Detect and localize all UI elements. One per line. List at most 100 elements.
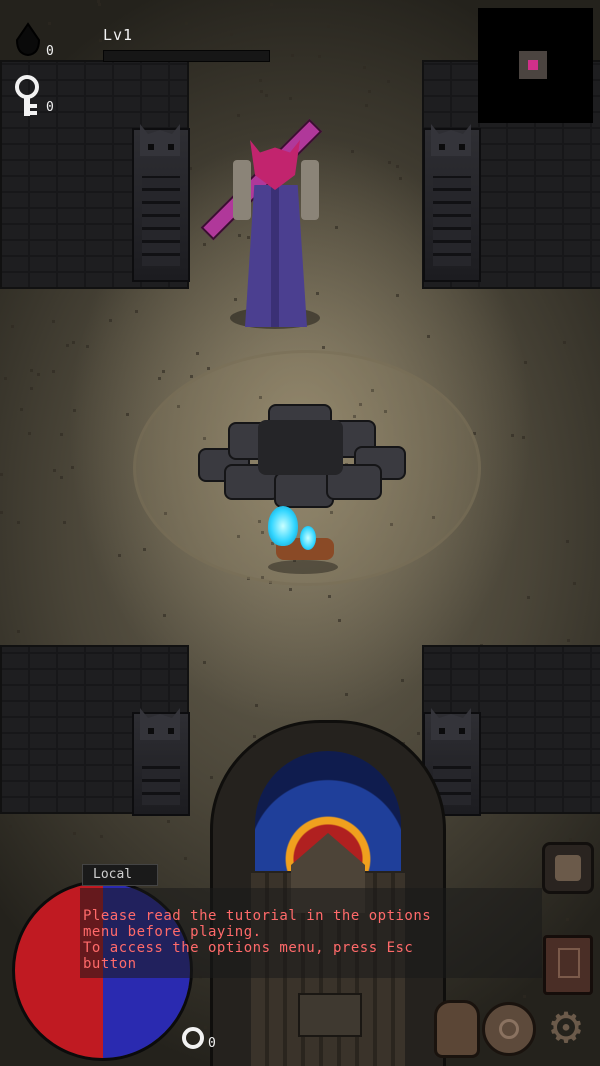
floor-speck	[387, 80, 390, 83]
floor-speck	[318, 55, 321, 58]
floor-speck	[73, 409, 76, 412]
floor-speck	[0, 511, 3, 514]
floor-speck	[11, 325, 14, 328]
floor-speck	[53, 469, 56, 472]
floor-speck	[569, 838, 572, 841]
floor-speck	[522, 436, 525, 439]
floor-speck	[9, 825, 12, 828]
chat-line: menu before playing.	[83, 924, 262, 940]
floor-speck	[289, 97, 292, 100]
floor-speck	[255, 704, 258, 707]
boss-enemy[interactable]	[200, 118, 340, 335]
map-scroll-button[interactable]	[542, 842, 594, 894]
floor-speck	[291, 54, 294, 57]
floor-speck	[28, 432, 31, 435]
key-icon	[10, 74, 44, 124]
soul-flame	[268, 506, 298, 546]
floor-speck	[230, 33, 233, 36]
floor-speck	[203, 661, 206, 664]
chat-line: button	[83, 956, 137, 972]
floor-speck	[566, 540, 569, 543]
floor-speck	[52, 320, 55, 323]
floor-speck	[195, 28, 198, 31]
floor-speck	[573, 582, 576, 585]
floor-speck	[401, 679, 404, 682]
floor-speck	[253, 735, 256, 738]
floor-speck	[546, 903, 549, 906]
floor-speck	[60, 476, 63, 479]
floor-speck	[289, 588, 292, 591]
floor-speck	[71, 466, 74, 469]
floor-speck	[260, 90, 263, 93]
floor-speck	[98, 3, 101, 6]
floor-speck	[163, 614, 166, 617]
floor-speck	[184, 857, 187, 860]
gate-chest	[298, 993, 362, 1037]
floor-speck	[126, 413, 129, 416]
spellbook-button[interactable]	[543, 935, 593, 995]
floor-speck	[30, 387, 33, 390]
floor-speck	[52, 370, 55, 373]
floor-speck	[17, 521, 20, 524]
floor-speck	[17, 630, 20, 633]
floor-speck	[237, 114, 240, 117]
floor-speck	[109, 319, 112, 322]
floor-speck	[527, 596, 530, 599]
bottom-key-count: 0	[208, 1036, 216, 1051]
floor-speck	[511, 434, 514, 437]
boss-robe	[245, 185, 307, 327]
floor-speck	[338, 619, 341, 622]
floor-speck	[196, 352, 199, 355]
floor-speck	[567, 639, 570, 642]
floor-speck	[328, 595, 331, 598]
floor-speck	[388, 161, 391, 164]
player-character[interactable]	[258, 500, 348, 580]
bottom-key-counter	[180, 1025, 208, 1057]
soul-count: 0	[46, 44, 54, 59]
floor-speck	[399, 177, 402, 180]
key-count: 0	[46, 100, 54, 115]
floor-speck	[523, 995, 526, 998]
floor-speck	[167, 820, 170, 823]
floor-speck	[37, 373, 40, 376]
minimap-player-marker	[528, 60, 538, 70]
floor-speck	[566, 918, 569, 921]
chat-line: Please read the tutorial in the options	[83, 908, 432, 924]
floor-speck	[20, 408, 23, 411]
floor-speck	[259, 79, 262, 82]
floor-speck	[563, 341, 566, 344]
floor-speck	[210, 776, 213, 779]
soul-icon	[12, 22, 44, 62]
floor-speck	[30, 369, 33, 372]
chat-tab-local[interactable]: Local	[82, 864, 158, 886]
floor-speck	[86, 345, 89, 348]
stone-altar[interactable]	[198, 400, 406, 508]
minimap[interactable]	[478, 8, 593, 123]
level-label: Lv1	[103, 26, 134, 44]
chat-line: To access the options menu, press Esc	[83, 940, 414, 956]
floor-speck	[48, 22, 51, 25]
floor-speck	[118, 554, 121, 557]
floor-speck	[99, 39, 102, 42]
floor-speck	[368, 90, 371, 93]
floor-speck	[427, 335, 430, 338]
floor-speck	[396, 165, 399, 168]
floor-speck	[363, 66, 366, 69]
floor-speck	[322, 346, 325, 349]
floor-speck	[63, 521, 66, 524]
game-viewport[interactable]: 0 0 Lv1 Local Please read the tutorial i…	[0, 0, 600, 1066]
chat-panel: Please read the tutorial in the options …	[80, 888, 542, 978]
floor-speck	[60, 433, 63, 436]
gargoyle-statue	[423, 128, 481, 282]
gear-icon: ⚙	[550, 996, 582, 1056]
map-scroll-icon	[555, 855, 581, 881]
inventory-bag-button[interactable]	[434, 1000, 480, 1058]
compass-button[interactable]	[482, 1002, 536, 1056]
settings-gear-button[interactable]: ⚙	[542, 1000, 590, 1052]
floor-speck	[4, 377, 7, 380]
xp-bar	[103, 50, 270, 62]
floor-speck	[524, 361, 527, 364]
floor-speck	[270, 3, 273, 6]
floor-speck	[185, 22, 188, 25]
floor-speck	[143, 548, 146, 551]
